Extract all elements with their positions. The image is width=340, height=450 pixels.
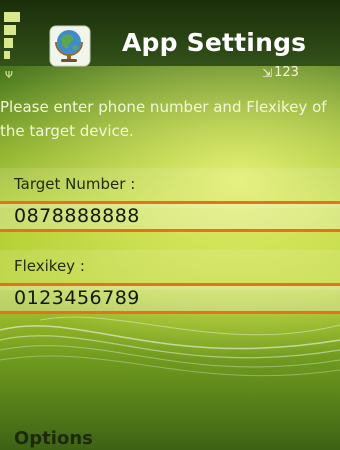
flexikey-label: Flexikey : bbox=[14, 257, 85, 275]
settings-screen: App Settings Ψ ⇲ 123 Please enter phone … bbox=[0, 0, 340, 450]
network-indicator: ⇲ 123 bbox=[262, 65, 299, 80]
globe-icon bbox=[49, 25, 91, 67]
options-softkey[interactable]: Options bbox=[14, 428, 93, 449]
antenna-icon: Ψ bbox=[5, 70, 13, 81]
target-number-label: Target Number : bbox=[14, 175, 136, 193]
network-arrows-icon: ⇲ bbox=[262, 65, 273, 80]
target-number-input[interactable]: 0878888888 bbox=[0, 201, 340, 232]
title-bar: App Settings bbox=[0, 0, 340, 67]
instruction-text: Please enter phone number and Flexikey o… bbox=[0, 98, 327, 140]
signal-bars-icon bbox=[4, 12, 20, 62]
target-number-value: 0878888888 bbox=[14, 205, 140, 227]
app-title: App Settings bbox=[122, 28, 307, 57]
network-label: 123 bbox=[274, 65, 299, 80]
background-waves bbox=[0, 316, 340, 377]
